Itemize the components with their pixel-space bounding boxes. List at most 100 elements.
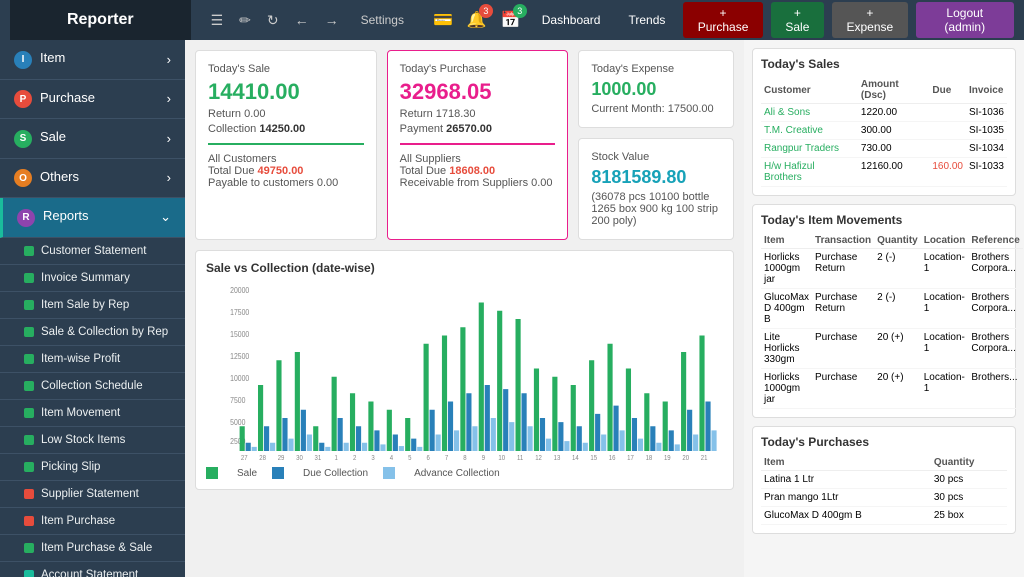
sidebar-sub-item-movement[interactable]: Item Movement [0, 400, 185, 427]
purchase-button[interactable]: + Purchase [683, 2, 762, 38]
col-quantity: Quantity [931, 455, 1007, 471]
reference-value: Brothers Corpora... [968, 329, 1022, 369]
trends-button[interactable]: Trends [618, 9, 675, 31]
sidebar-sub-sale-collection-by-rep[interactable]: Sale & Collection by Rep [0, 319, 185, 346]
table-row[interactable]: H/w Hafizul Brothers 12160.00 160.00 SI-… [761, 158, 1007, 187]
sidebar-sub-item-purchase[interactable]: Item Purchase [0, 508, 185, 535]
svg-text:28: 28 [259, 455, 266, 461]
edit-icon[interactable]: ✏ [235, 10, 255, 31]
invoice-value: SI-1033 [966, 158, 1007, 187]
sidebar-item-reports[interactable]: RReports ⌄ [0, 198, 185, 238]
sidebar-sub-item-sale-by-rep[interactable]: Item Sale by Rep [0, 292, 185, 319]
item-name: GlucoMax D 400gm B [761, 507, 931, 525]
sidebar-label-sale: Sale [40, 129, 66, 144]
sidebar-sub-supplier-statement[interactable]: Supplier Statement [0, 481, 185, 508]
customer-name[interactable]: H/w Hafizul Brothers [761, 158, 858, 187]
bar-chart: 20000 17500 15000 12500 10000 7500 5000 … [206, 281, 723, 461]
table-row: GlucoMax D 400gm B 25 box [761, 507, 1007, 525]
col-item: Item [761, 233, 812, 249]
logout-button[interactable]: Logout (admin) [916, 2, 1014, 38]
chevron-down-icon: ⌄ [160, 209, 171, 225]
svg-text:2: 2 [353, 455, 357, 461]
table-row[interactable]: T.M. Creative 300.00 SI-1035 [761, 122, 1007, 140]
sidebar-item-sale[interactable]: SSale › [0, 119, 185, 159]
main-content: Today's Sale 14410.00 Return 0.00 Collec… [185, 40, 744, 577]
sub-icon [24, 462, 34, 472]
col-quantity: Quantity [874, 233, 921, 249]
table-row[interactable]: Rangpur Traders 730.00 SI-1034 [761, 140, 1007, 158]
sale-button[interactable]: + Sale [771, 2, 824, 38]
sale-due-amount: 49750.00 [258, 165, 304, 177]
collection-amount: 14250.00 [259, 123, 305, 135]
chart-container: 20000 17500 15000 12500 10000 7500 5000 … [206, 281, 723, 461]
top-cards-row: Today's Sale 14410.00 Return 0.00 Collec… [195, 50, 734, 240]
sidebar-label-others: Others [40, 169, 79, 184]
col-amount: Amount (Dsc) [858, 77, 929, 104]
sale-total-due: Total Due 49750.00 [208, 165, 364, 177]
sidebar-sub-low-stock[interactable]: Low Stock Items [0, 427, 185, 454]
expense-button[interactable]: + Expense [832, 2, 907, 38]
location-value: Location-1 [921, 249, 969, 289]
sidebar-sub-label: Invoice Summary [41, 272, 130, 284]
item-name: Pran mango 1Ltr [761, 489, 931, 507]
svg-text:5: 5 [408, 455, 412, 461]
sidebar-sub-item-wise-profit[interactable]: Item-wise Profit [0, 346, 185, 373]
svg-text:15: 15 [590, 455, 597, 461]
dashboard-button[interactable]: Dashboard [532, 9, 611, 31]
quantity-value: 20 (+) [874, 329, 921, 369]
customer-name[interactable]: T.M. Creative [761, 122, 858, 140]
invoice-value: SI-1036 [966, 104, 1007, 122]
col-customer: Customer [761, 77, 858, 104]
sub-icon [24, 543, 34, 553]
sidebar-item-others[interactable]: OOthers › [0, 159, 185, 199]
back-icon[interactable]: ← [291, 10, 313, 30]
forward-icon[interactable]: → [321, 10, 343, 30]
chevron-right-icon: › [167, 170, 171, 185]
table-row[interactable]: Ali & Sons 1220.00 SI-1036 [761, 104, 1007, 122]
svg-text:10000: 10000 [230, 374, 249, 384]
menu-icon[interactable]: ☰ [207, 10, 228, 31]
sidebar-sub-invoice-summary[interactable]: Invoice Summary [0, 265, 185, 292]
sidebar-sub-collection-schedule[interactable]: Collection Schedule [0, 373, 185, 400]
purchase-return: Return 1718.30 [400, 108, 556, 120]
expense-card: Today's Expense 1000.00 Current Month: 1… [578, 50, 734, 128]
table-row: Lite Horlicks 330gm Purchase 20 (+) Loca… [761, 329, 1023, 369]
table-row: Latina 1 Ltr 30 pcs [761, 471, 1007, 489]
sidebar-label-item: Item [40, 50, 65, 65]
stock-detail: (36078 pcs 10100 bottle 1265 box 900 kg … [591, 191, 721, 227]
wallet-icon[interactable]: 💳 [433, 10, 453, 30]
sidebar-sub-item-purchase-sale[interactable]: Item Purchase & Sale [0, 535, 185, 562]
purchase-card-amount: 32968.05 [400, 79, 556, 105]
transaction-type: Purchase [812, 329, 874, 369]
sidebar-sub-label: Item Purchase & Sale [41, 542, 152, 554]
customer-name[interactable]: Ali & Sons [761, 104, 858, 122]
sidebar-sub-customer-statement[interactable]: Customer Statement [0, 238, 185, 265]
table-row: Pran mango 1Ltr 30 pcs [761, 489, 1007, 507]
chevron-right-icon: › [167, 52, 171, 67]
svg-text:5000: 5000 [230, 418, 245, 428]
expense-card-amount: 1000.00 [591, 79, 721, 100]
col-reference: Reference [968, 233, 1022, 249]
sidebar-item-purchase[interactable]: PPurchase › [0, 80, 185, 120]
sidebar-sub-picking-slip[interactable]: Picking Slip [0, 454, 185, 481]
sub-icon [24, 516, 34, 526]
bell-icon[interactable]: 🔔 3 [467, 10, 487, 30]
reference-value: Brothers... [968, 369, 1022, 409]
sidebar-sub-account-statement[interactable]: Account Statement [0, 562, 185, 577]
today-purchases-table: Item Quantity Latina 1 Ltr 30 pcs Pran m… [761, 455, 1007, 525]
right-panel: Today's Sales Customer Amount (Dsc) Due … [744, 40, 1024, 577]
svg-text:18: 18 [646, 455, 653, 461]
sidebar-item-item[interactable]: IItem › [0, 40, 185, 80]
transaction-type: Purchase Return [812, 249, 874, 289]
calendar-icon[interactable]: 📅 3 [501, 10, 521, 30]
sub-icon [24, 381, 34, 391]
amount-value: 730.00 [858, 140, 929, 158]
svg-text:20000: 20000 [230, 286, 249, 296]
sub-icon [24, 408, 34, 418]
sidebar-letter-reports: R [17, 209, 35, 227]
all-suppliers-label: All Suppliers [400, 153, 556, 165]
settings-button[interactable]: Settings [351, 9, 414, 31]
customer-name[interactable]: Rangpur Traders [761, 140, 858, 158]
refresh-icon[interactable]: ↻ [263, 10, 283, 31]
sidebar-letter-purchase: P [14, 90, 32, 108]
